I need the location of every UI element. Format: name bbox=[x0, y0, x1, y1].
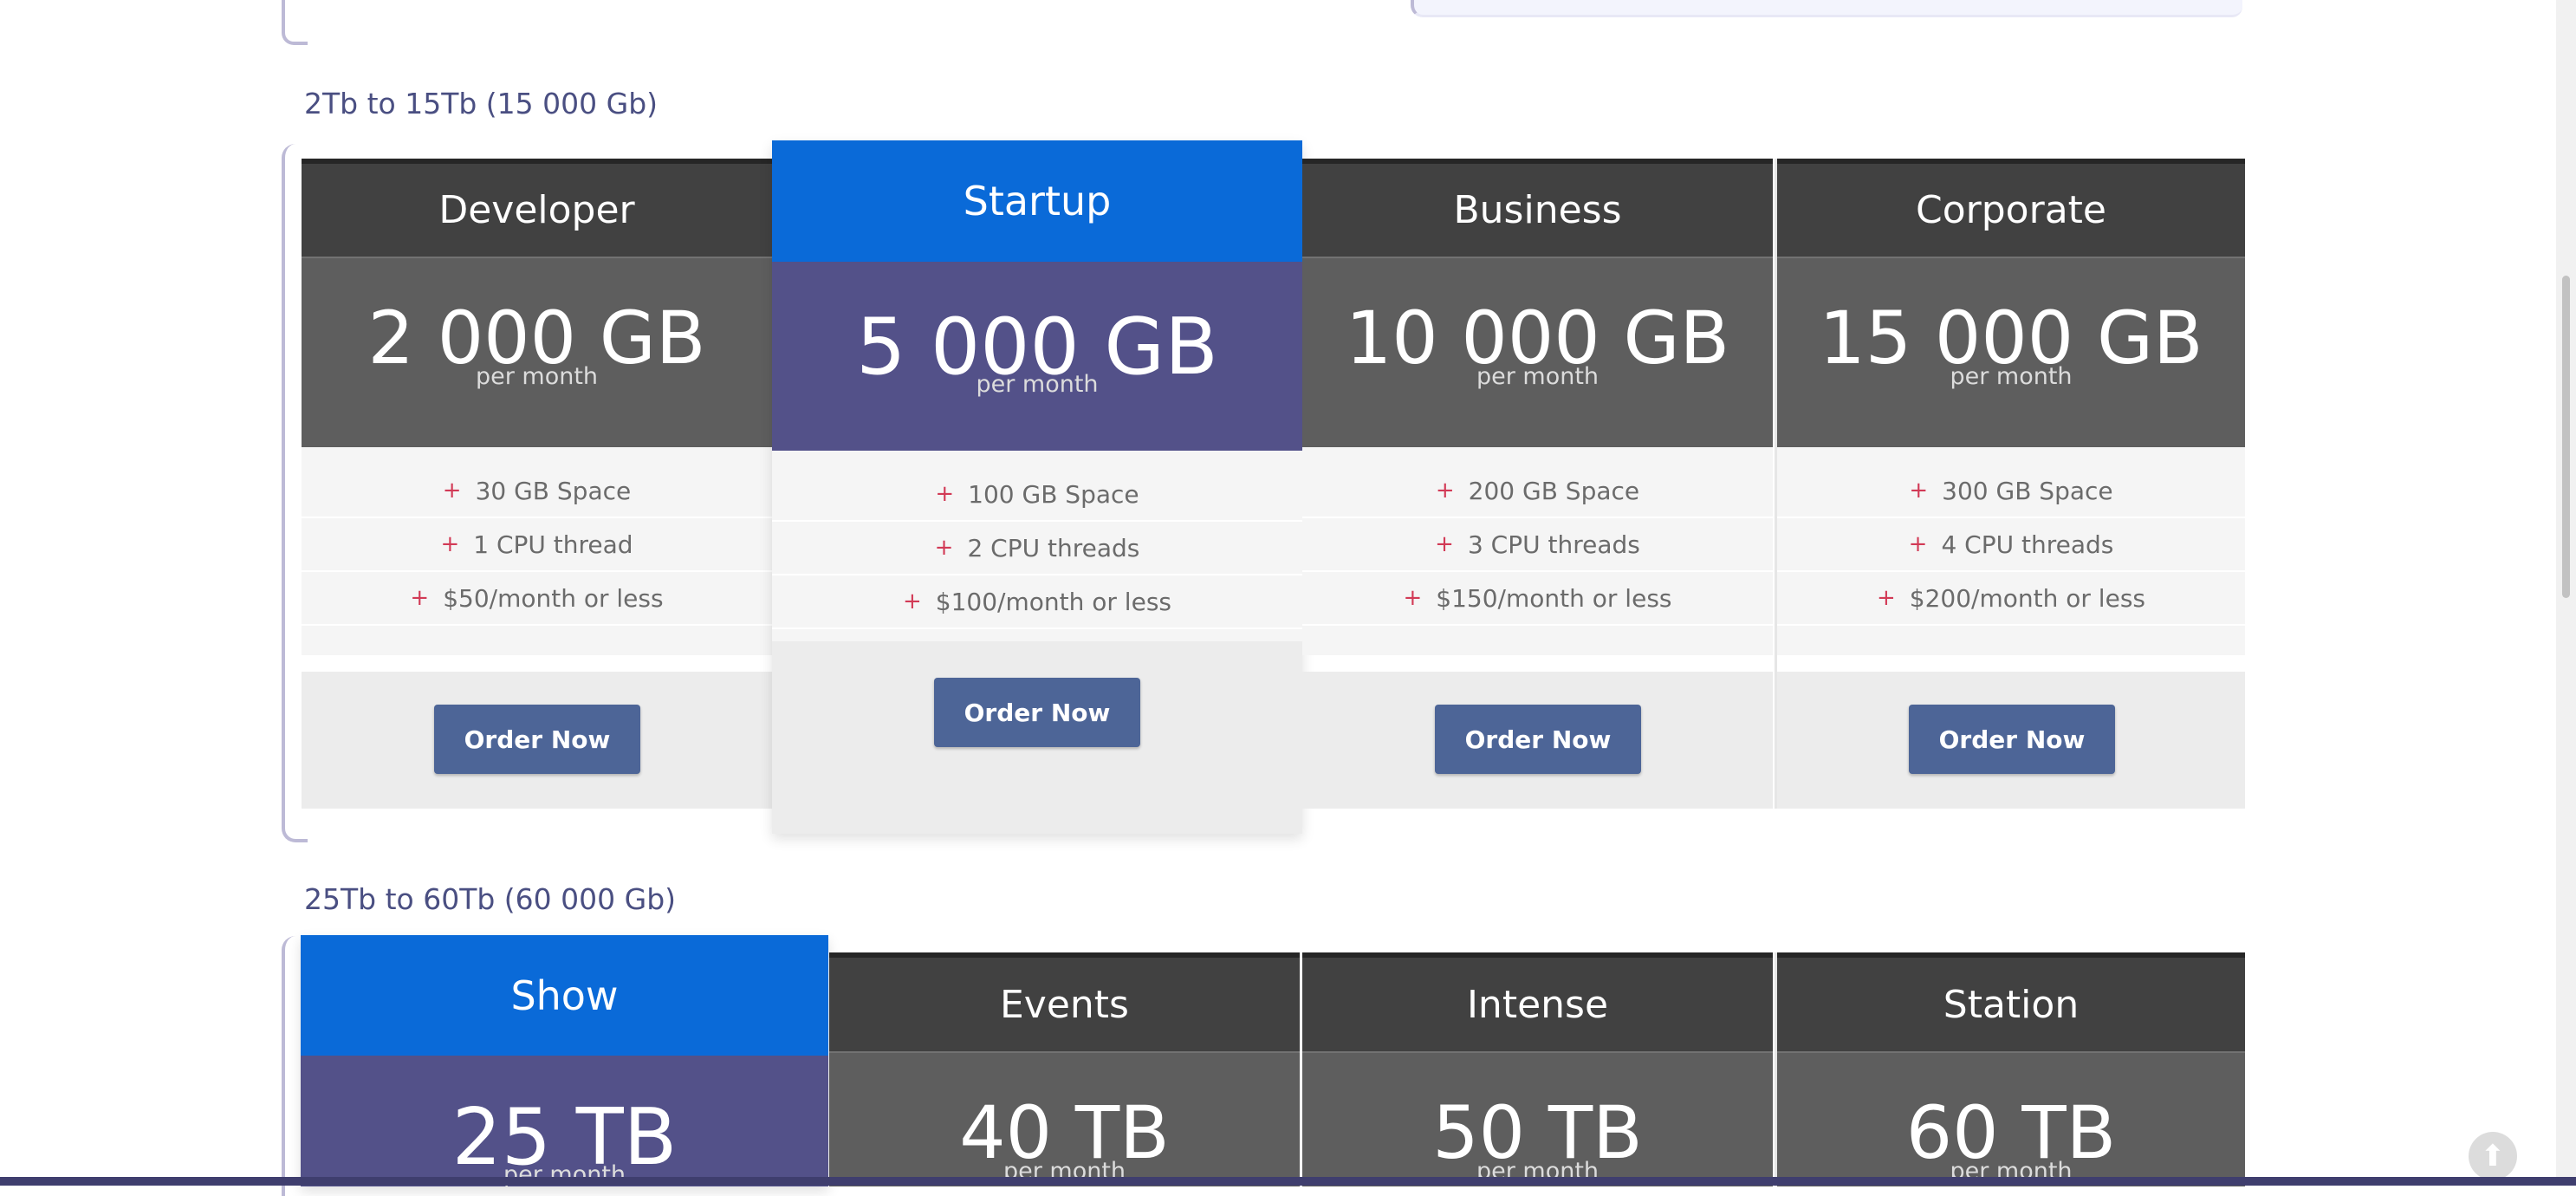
plan-developer: Developer 2 000 GB per month +30 GB Spac… bbox=[302, 159, 772, 809]
feature-item: + $150/month or less bbox=[1302, 572, 1773, 626]
section-title: 2Tb to 15Tb (15 000 Gb) bbox=[304, 87, 659, 120]
order-now-button[interactable]: Order Now bbox=[434, 705, 640, 774]
feature-item: +2 CPU threads bbox=[772, 522, 1302, 575]
plus-icon: + bbox=[1877, 585, 1896, 611]
plan-features: +300 GB Space +4 CPU threads + $200/month… bbox=[1777, 447, 2245, 655]
footer-bar bbox=[0, 1177, 2576, 1186]
plus-icon: + bbox=[410, 585, 430, 611]
plus-icon: + bbox=[934, 535, 954, 561]
feature-item: +200 GB Space bbox=[1302, 465, 1773, 518]
plan-footer: Order Now bbox=[1777, 672, 2245, 809]
plan-period: per month bbox=[475, 363, 599, 390]
plus-icon: + bbox=[1909, 478, 1929, 504]
plan-intense: Intense 50 TB per month bbox=[1302, 952, 1773, 1186]
order-now-button[interactable]: Order Now bbox=[934, 678, 1140, 747]
plan-name: Startup bbox=[772, 140, 1302, 262]
plan-footer: Order Now bbox=[1302, 672, 1773, 809]
feature-item: +3 CPU threads bbox=[1302, 518, 1773, 572]
plus-icon: + bbox=[1435, 478, 1455, 504]
plus-icon: + bbox=[1908, 531, 1928, 557]
plan-show: Show 25 TB per month bbox=[301, 935, 828, 1186]
plus-icon: + bbox=[903, 588, 922, 614]
plan-events: Events 40 TB per month bbox=[829, 952, 1300, 1186]
plan-business: Business 10 000 GB per month +200 GB Spa… bbox=[1302, 159, 1773, 809]
feature-item: +4 CPU threads bbox=[1777, 518, 2245, 572]
plan-period: per month bbox=[1950, 363, 2073, 390]
feature-item: + $50/month or less bbox=[302, 572, 772, 626]
plan-name: Show bbox=[301, 935, 828, 1056]
plan-name: Business bbox=[1302, 159, 1773, 257]
plan-features: +200 GB Space +3 CPU threads + $150/month… bbox=[1302, 447, 1773, 655]
plan-features: +100 GB Space +2 CPU threads + $100/month… bbox=[772, 451, 1302, 641]
order-now-button[interactable]: Order Now bbox=[1435, 705, 1641, 774]
plus-icon: + bbox=[442, 478, 462, 504]
plus-icon: + bbox=[1403, 585, 1423, 611]
plan-footer: Order Now bbox=[302, 672, 772, 809]
plus-icon: + bbox=[935, 481, 955, 507]
plan-price: 10 000 GB per month bbox=[1302, 257, 1773, 447]
plan-name: Corporate bbox=[1777, 159, 2245, 257]
plan-price: 60 TB per month bbox=[1777, 1051, 2245, 1186]
plan-name: Events bbox=[829, 952, 1300, 1051]
feature-item: + $200/month or less bbox=[1777, 572, 2245, 626]
plan-period: per month bbox=[976, 371, 1099, 398]
plan-station: Station 60 TB per month bbox=[1775, 952, 2245, 1186]
plan-price: 15 000 GB per month bbox=[1777, 257, 2245, 447]
plan-price: 25 TB per month bbox=[301, 1056, 828, 1186]
plus-icon: + bbox=[440, 531, 460, 557]
back-to-top-icon[interactable]: ⬆ bbox=[2469, 1132, 2517, 1180]
plan-name: Intense bbox=[1302, 952, 1773, 1051]
feature-item: + $100/month or less bbox=[772, 575, 1302, 629]
order-now-button[interactable]: Order Now bbox=[1909, 705, 2115, 774]
plan-startup: Startup 5 000 GB per month +100 GB Space… bbox=[772, 140, 1302, 834]
feature-item: +1 CPU thread bbox=[302, 518, 772, 572]
plan-price: 50 TB per month bbox=[1302, 1051, 1773, 1186]
plan-features: +30 GB Space +1 CPU thread + $50/month or… bbox=[302, 447, 772, 655]
plan-price: 2 000 GB per month bbox=[302, 257, 772, 447]
plan-name: Developer bbox=[302, 159, 772, 257]
section-title: 25Tb to 60Tb (60 000 Gb) bbox=[304, 882, 677, 916]
plan-corporate: Corporate 15 000 GB per month +300 GB Sp… bbox=[1775, 159, 2245, 809]
feature-item: +30 GB Space bbox=[302, 465, 772, 518]
feature-item: +300 GB Space bbox=[1777, 465, 2245, 518]
plan-price: 5 000 GB per month bbox=[772, 262, 1302, 451]
plan-footer: Order Now bbox=[772, 641, 1302, 834]
previous-section-panel bbox=[1411, 0, 2242, 17]
scrollbar-thumb[interactable] bbox=[2562, 276, 2570, 598]
plan-period: per month bbox=[1476, 363, 1599, 390]
feature-item: +100 GB Space bbox=[772, 468, 1302, 522]
plan-price: 40 TB per month bbox=[829, 1051, 1300, 1186]
previous-section-bracket bbox=[282, 0, 308, 45]
plan-name: Station bbox=[1777, 952, 2245, 1051]
plus-icon: + bbox=[1435, 531, 1454, 557]
